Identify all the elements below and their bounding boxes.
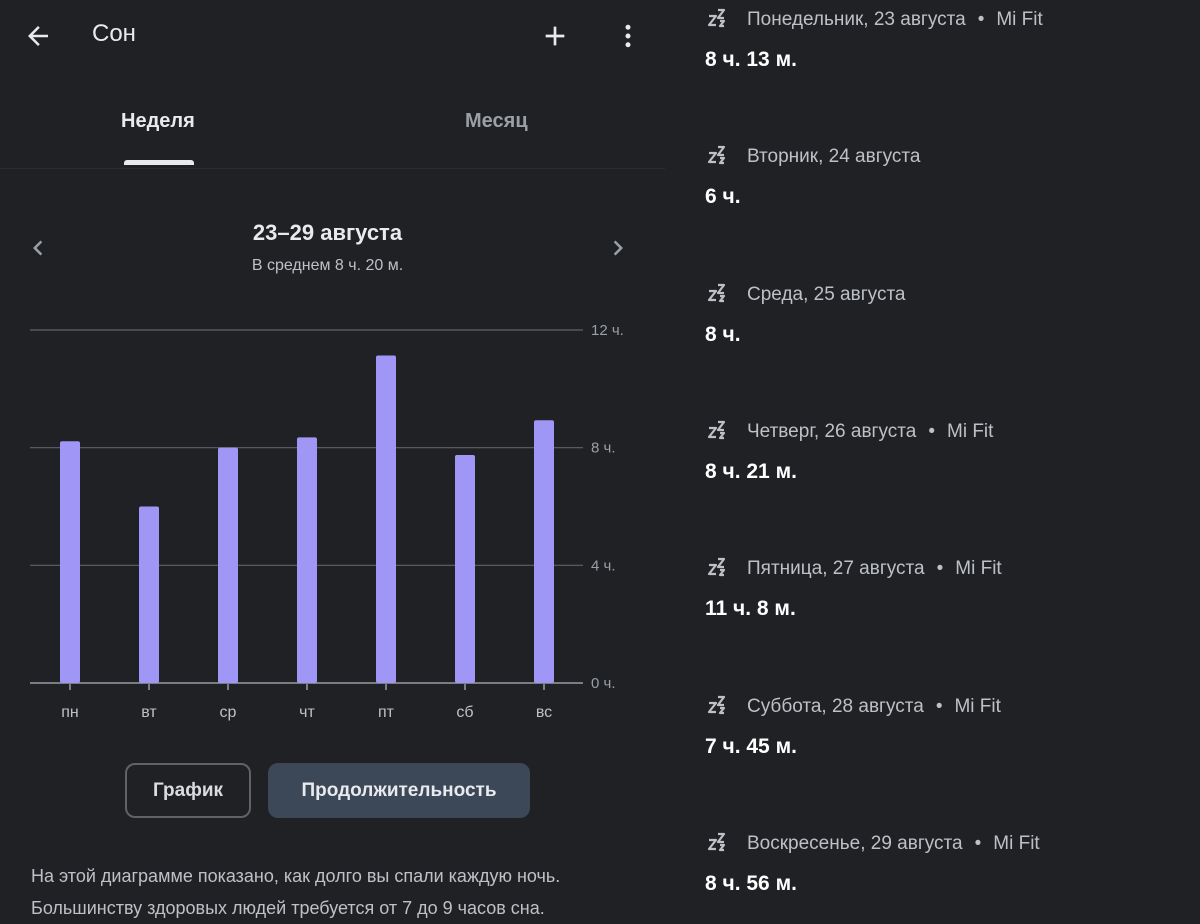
date-range-title: 23–29 августа bbox=[252, 220, 403, 245]
entry-date: Пятница, 27 августа bbox=[747, 558, 925, 579]
entry-header: Пятница, 27 августа • Mi Fit bbox=[747, 558, 1002, 580]
description-line-1: На этой диаграмме показано, как долго вы… bbox=[31, 866, 561, 886]
page-title: Сон bbox=[92, 20, 136, 47]
duration-view-button[interactable]: Продолжительность bbox=[268, 763, 530, 818]
list-item[interactable]: Вторник, 24 августа 6 ч. bbox=[705, 141, 1185, 221]
chevron-right-icon bbox=[613, 240, 623, 256]
sleep-zzz-icon bbox=[707, 8, 726, 28]
entry-duration: 8 ч. bbox=[705, 323, 741, 346]
more-options-button[interactable] bbox=[604, 12, 652, 60]
sleep-entries-list: Понедельник, 23 августа • Mi Fit 8 ч. 13 м… bbox=[665, 0, 1200, 919]
entry-source: Mi Fit bbox=[996, 9, 1043, 30]
y-tick-label: 8 ч. bbox=[591, 440, 616, 457]
back-button[interactable] bbox=[14, 12, 62, 60]
separator-dot: • bbox=[928, 421, 935, 442]
period-tabs: Неделя Месяц bbox=[0, 88, 665, 169]
bar-ср bbox=[218, 447, 238, 683]
list-item[interactable]: Среда, 25 августа 8 ч. bbox=[705, 279, 1185, 359]
entry-duration: 6 ч. bbox=[705, 185, 741, 208]
tab-month[interactable]: Месяц bbox=[465, 110, 528, 133]
entry-header: Вторник, 24 августа bbox=[747, 146, 921, 168]
entry-duration: 7 ч. 45 м. bbox=[705, 735, 797, 758]
x-tick-label: вт bbox=[141, 704, 157, 721]
y-tick-label: 12 ч. bbox=[591, 322, 624, 339]
list-item[interactable]: Воскресенье, 29 августа • Mi Fit 8 ч. 56 м… bbox=[705, 828, 1185, 908]
separator-dot: • bbox=[936, 558, 944, 579]
chart-description: На этой диаграмме показано, как долго вы… bbox=[31, 860, 641, 924]
entry-date: Воскресенье, 29 августа bbox=[747, 833, 963, 854]
app-bar: Сон bbox=[0, 0, 665, 72]
entry-header: Понедельник, 23 августа • Mi Fit bbox=[747, 9, 1043, 31]
bar-вт bbox=[139, 506, 159, 683]
sleep-zzz-icon bbox=[707, 145, 726, 165]
entry-date: Вторник, 24 августа bbox=[747, 146, 921, 167]
tab-selected-indicator bbox=[124, 160, 194, 165]
separator-dot: • bbox=[935, 696, 943, 717]
more-vert-icon bbox=[625, 24, 631, 48]
y-tick-label: 0 ч. bbox=[591, 675, 616, 692]
sleep-zzz-icon bbox=[707, 283, 726, 303]
entry-source: Mi Fit bbox=[954, 696, 1001, 717]
list-item[interactable]: Понедельник, 23 августа • Mi Fit 8 ч. 13 м… bbox=[705, 4, 1185, 84]
entry-source: Mi Fit bbox=[947, 421, 994, 442]
x-tick-label: сб bbox=[456, 704, 473, 721]
y-tick-label: 4 ч. bbox=[591, 557, 616, 574]
x-tick-label: ср bbox=[220, 704, 237, 721]
x-tick-label: вс bbox=[536, 704, 552, 721]
add-button[interactable] bbox=[531, 12, 579, 60]
description-line-2: Большинству здоровых людей требуется от … bbox=[31, 898, 545, 918]
bar-чт bbox=[297, 437, 317, 683]
sleep-summary-pane: Сон Неделя Месяц 23–29 августа В среднем… bbox=[0, 0, 665, 919]
entry-duration: 11 ч. 8 м. bbox=[705, 597, 796, 620]
entry-header: Четверг, 26 августа • Mi Fit bbox=[747, 421, 993, 443]
tab-week[interactable]: Неделя bbox=[121, 110, 195, 133]
separator-dot: • bbox=[974, 833, 982, 854]
separator-dot: • bbox=[977, 9, 985, 30]
entry-date: Среда, 25 августа bbox=[747, 284, 906, 305]
arrow-left-icon bbox=[28, 26, 48, 46]
sleep-zzz-icon bbox=[707, 420, 726, 440]
entry-header: Суббота, 28 августа • Mi Fit bbox=[747, 696, 1001, 718]
entry-date: Понедельник, 23 августа bbox=[747, 9, 966, 30]
sleep-zzz-icon bbox=[707, 557, 726, 577]
x-tick-label: чт bbox=[299, 704, 315, 721]
sleep-zzz-icon bbox=[707, 832, 726, 852]
entry-duration: 8 ч. 56 м. bbox=[705, 872, 797, 895]
x-tick-label: пн bbox=[61, 704, 79, 721]
list-item[interactable]: Четверг, 26 августа • Mi Fit 8 ч. 21 м. bbox=[705, 416, 1185, 496]
entry-duration: 8 ч. 21 м. bbox=[705, 460, 797, 483]
next-period-button[interactable] bbox=[596, 226, 640, 270]
average-sleep-label: В среднем 8 ч. 20 м. bbox=[251, 257, 404, 274]
bar-вс bbox=[534, 420, 554, 683]
sleep-zzz-icon bbox=[707, 695, 726, 715]
sleep-duration-chart: 12 ч. 8 ч. 4 ч. 0 ч. пн вт ср чт пт сб вс bbox=[30, 322, 624, 721]
entry-source: Mi Fit bbox=[993, 833, 1040, 854]
entry-header: Среда, 25 августа bbox=[747, 284, 906, 306]
bar-пн bbox=[60, 441, 80, 683]
bar-сб bbox=[455, 455, 475, 683]
entry-header: Воскресенье, 29 августа • Mi Fit bbox=[747, 833, 1040, 855]
plus-icon bbox=[545, 26, 565, 46]
graph-view-button[interactable]: График bbox=[125, 763, 251, 818]
entry-date: Суббота, 28 августа bbox=[747, 696, 924, 717]
entry-duration: 8 ч. 13 м. bbox=[705, 48, 797, 71]
bar-пт bbox=[376, 355, 396, 683]
list-item[interactable]: Пятница, 27 августа • Mi Fit 11 ч. 8 м. bbox=[705, 553, 1185, 633]
entry-source: Mi Fit bbox=[955, 558, 1002, 579]
entry-date: Четверг, 26 августа bbox=[747, 421, 917, 442]
x-tick-label: пт bbox=[378, 704, 395, 721]
list-item[interactable]: Суббота, 28 августа • Mi Fit 7 ч. 45 м. bbox=[705, 691, 1185, 771]
